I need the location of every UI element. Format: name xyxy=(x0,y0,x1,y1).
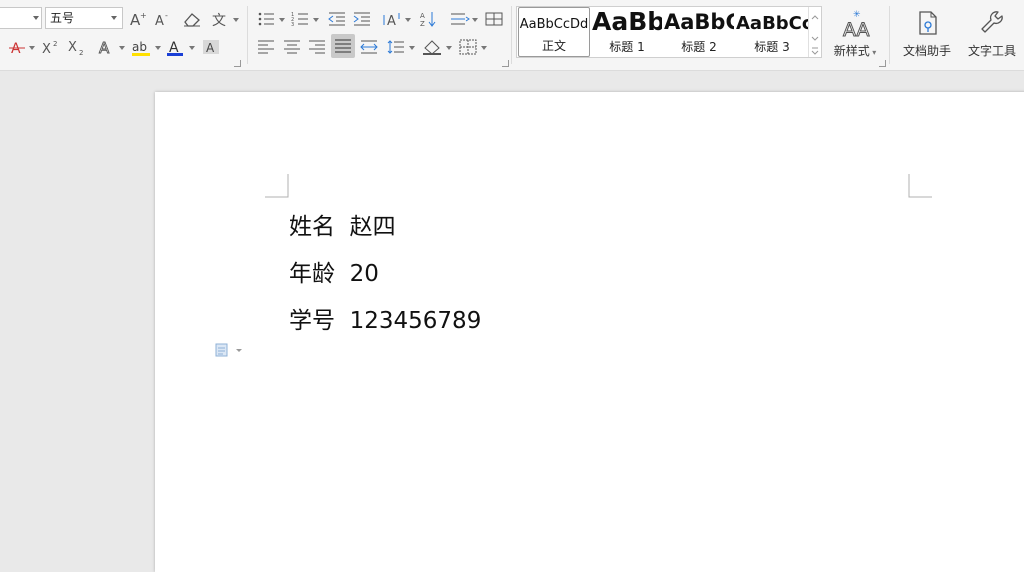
svg-text:A: A xyxy=(206,41,215,55)
align-right-icon[interactable] xyxy=(307,36,327,58)
margin-corner-top-right xyxy=(908,174,932,198)
document-area[interactable]: 姓名 赵四 年龄 20 学号 123456789 xyxy=(0,71,1024,572)
margin-corner-top-left xyxy=(265,174,289,198)
align-left-icon[interactable] xyxy=(256,36,276,58)
sort-icon[interactable]: AZ xyxy=(418,8,438,30)
style-heading-3[interactable]: AaBbCc 标题 3 xyxy=(736,7,808,57)
style-normal[interactable]: AaBbCcDd 正文 xyxy=(518,7,590,57)
svg-text:A: A xyxy=(155,14,164,27)
new-style-icon: ✳ AA xyxy=(843,10,871,42)
style-normal-name: 正文 xyxy=(541,39,566,53)
student-id-value: 123456789 xyxy=(349,308,482,334)
paragraph-spacing-icon[interactable] xyxy=(386,36,406,58)
style-heading-3-name: 标题 3 xyxy=(754,40,790,54)
strikethrough-icon[interactable]: A xyxy=(8,36,26,58)
superscript-icon[interactable]: X2 xyxy=(41,36,61,58)
style-normal-sample: AaBbCcDd xyxy=(519,17,589,32)
align-center-icon[interactable] xyxy=(282,36,302,58)
text-tools-label: 文字工具 xyxy=(967,44,1016,58)
ribbon-toolbar: 五号 A + A- 文 A X2 X2 A ab A A 1 2 3 A A Z… xyxy=(0,0,1024,71)
style-heading-1-sample: AaBb xyxy=(592,7,662,36)
svg-text:2: 2 xyxy=(53,40,57,48)
svg-text:Z: Z xyxy=(420,20,425,27)
style-gallery: AaBbCcDd 正文 AaBb 标题 1 AaBbC 标题 2 AaBbCc … xyxy=(516,6,822,58)
svg-text:AA: AA xyxy=(843,19,870,40)
highlight-color-icon[interactable]: ab xyxy=(131,36,153,58)
font-size-select[interactable]: 五号 xyxy=(45,7,123,29)
svg-text:+: + xyxy=(140,11,147,20)
text-tools-button[interactable]: 文字工具 xyxy=(962,6,1022,64)
age-value: 20 xyxy=(349,261,379,287)
char-shading-icon[interactable]: A xyxy=(201,36,221,58)
doc-line-name[interactable]: 姓名 赵四 xyxy=(289,207,396,241)
svg-text:A: A xyxy=(420,12,425,20)
svg-text:3: 3 xyxy=(291,22,294,27)
shrink-font-icon[interactable]: A- xyxy=(153,8,173,30)
text-direction-icon[interactable]: A xyxy=(382,8,402,30)
svg-text:-: - xyxy=(165,11,168,20)
document-page[interactable]: 姓名 赵四 年龄 20 学号 123456789 xyxy=(155,92,1024,572)
styles-dialog-launcher[interactable] xyxy=(879,60,886,67)
doc-assistant-label: 文档助手 xyxy=(902,44,951,58)
style-heading-1[interactable]: AaBb 标题 1 xyxy=(592,7,662,57)
svg-text:X: X xyxy=(68,40,77,55)
subscript-icon[interactable]: X2 xyxy=(67,36,87,58)
line-spacing-icon[interactable] xyxy=(450,8,470,30)
style-heading-3-sample: AaBbCc xyxy=(736,13,808,34)
bullet-list-icon[interactable] xyxy=(256,8,276,30)
borders-icon[interactable] xyxy=(458,36,478,58)
style-heading-2-name: 标题 2 xyxy=(681,40,717,54)
numbered-list-icon[interactable]: 123 xyxy=(290,8,310,30)
distributed-align-icon[interactable] xyxy=(359,36,379,58)
align-justify-icon[interactable] xyxy=(331,34,355,58)
new-style-label: 新样式 xyxy=(833,44,870,58)
svg-text:A: A xyxy=(99,39,110,55)
font-size-value: 五号 xyxy=(50,11,75,25)
doc-assistant-button[interactable]: 文档助手 xyxy=(898,6,956,64)
style-heading-1-name: 标题 1 xyxy=(609,40,645,54)
doc-assistant-icon xyxy=(919,11,937,35)
age-label: 年龄 xyxy=(289,261,335,287)
font-dialog-launcher[interactable] xyxy=(234,60,241,67)
svg-text:ab: ab xyxy=(132,40,147,54)
svg-text:2: 2 xyxy=(79,49,83,55)
svg-text:X: X xyxy=(42,42,51,55)
paragraph-dialog-launcher[interactable] xyxy=(502,60,509,67)
name-label: 姓名 xyxy=(289,214,335,240)
gallery-scroll[interactable] xyxy=(808,7,821,57)
grow-font-icon[interactable]: A + xyxy=(128,8,148,30)
phonetic-guide-icon[interactable]: 文 xyxy=(211,8,231,30)
style-heading-2[interactable]: AaBbC 标题 2 xyxy=(664,7,734,57)
svg-text:A: A xyxy=(387,14,396,27)
font-name-select[interactable] xyxy=(0,7,42,29)
style-heading-2-sample: AaBbC xyxy=(664,10,734,34)
paste-options-icon[interactable] xyxy=(215,342,245,358)
wrench-icon xyxy=(981,11,1003,33)
student-id-label: 学号 xyxy=(289,308,335,334)
increase-indent-icon[interactable] xyxy=(352,8,372,30)
name-value: 赵四 xyxy=(349,214,396,240)
table-insert-icon[interactable] xyxy=(484,8,504,30)
font-color-icon[interactable]: A xyxy=(166,36,186,58)
doc-line-student-id[interactable]: 学号 123456789 xyxy=(289,301,481,335)
svg-text:文: 文 xyxy=(212,13,226,27)
text-effect-icon[interactable]: A xyxy=(97,36,117,58)
eraser-icon[interactable] xyxy=(181,8,203,30)
shading-fill-icon[interactable] xyxy=(422,36,444,58)
new-style-button[interactable]: ✳ AA 新样式 ▾ xyxy=(830,6,880,64)
decrease-indent-icon[interactable] xyxy=(327,8,347,30)
doc-line-age[interactable]: 年龄 20 xyxy=(289,254,379,288)
